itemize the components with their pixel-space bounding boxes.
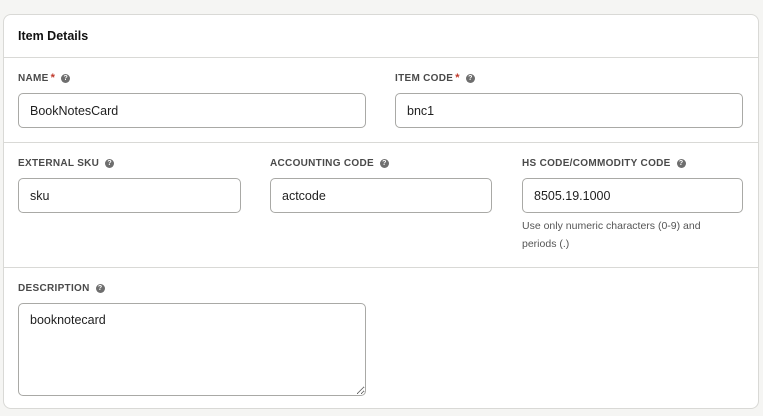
help-icon[interactable]: ? xyxy=(61,73,71,83)
item-code-label-text: ITEM CODE xyxy=(395,72,454,84)
name-field: NAME * ? xyxy=(18,71,71,85)
item-details-card: Item Details NAME * ? ITEM CODE * ? EXTE… xyxy=(3,14,759,409)
name-label-text: NAME xyxy=(18,72,49,84)
description-field: DESCRIPTION ? xyxy=(18,281,105,295)
accounting-code-input[interactable] xyxy=(270,178,492,213)
hs-code-label-text: HS CODE/COMMODITY CODE xyxy=(522,157,671,169)
external-sku-input[interactable] xyxy=(18,178,241,213)
required-asterisk: * xyxy=(50,72,56,84)
name-code-section: NAME * ? ITEM CODE * ? xyxy=(4,58,758,143)
description-section: DESCRIPTION ? booknotecard xyxy=(4,268,758,408)
item-code-label: ITEM CODE * ? xyxy=(395,71,475,85)
name-input[interactable] xyxy=(18,93,366,128)
help-icon[interactable]: ? xyxy=(105,158,115,168)
description-label: DESCRIPTION ? xyxy=(18,281,105,295)
accounting-code-field: ACCOUNTING CODE ? xyxy=(270,156,389,170)
external-sku-label: EXTERNAL SKU ? xyxy=(18,156,115,170)
item-code-field: ITEM CODE * ? xyxy=(395,71,475,85)
hs-code-hint-line1: Use only numeric characters (0-9) and xyxy=(522,220,701,232)
external-sku-field: EXTERNAL SKU ? xyxy=(18,156,115,170)
hs-code-field: HS CODE/COMMODITY CODE ? xyxy=(522,156,686,170)
hs-code-label: HS CODE/COMMODITY CODE ? xyxy=(522,156,686,170)
hs-code-hint: Use only numeric characters (0-9) and pe… xyxy=(522,217,701,253)
name-label: NAME * ? xyxy=(18,71,71,85)
external-sku-label-text: EXTERNAL SKU xyxy=(18,157,100,169)
description-textarea[interactable]: booknotecard xyxy=(18,303,366,396)
help-icon[interactable]: ? xyxy=(465,73,475,83)
accounting-code-label-text: ACCOUNTING CODE xyxy=(270,157,374,169)
accounting-code-label: ACCOUNTING CODE ? xyxy=(270,156,389,170)
description-label-text: DESCRIPTION xyxy=(18,282,90,294)
hs-code-hint-line2: periods (.) xyxy=(522,238,570,250)
required-asterisk: * xyxy=(455,72,460,84)
help-icon[interactable]: ? xyxy=(379,158,389,168)
hs-code-input[interactable] xyxy=(522,178,743,213)
item-code-input[interactable] xyxy=(395,93,743,128)
help-icon[interactable]: ? xyxy=(95,283,105,293)
codes-section: EXTERNAL SKU ? ACCOUNTING CODE ? HS CODE… xyxy=(4,143,758,268)
help-icon[interactable]: ? xyxy=(676,158,686,168)
card-title: Item Details xyxy=(4,15,758,58)
